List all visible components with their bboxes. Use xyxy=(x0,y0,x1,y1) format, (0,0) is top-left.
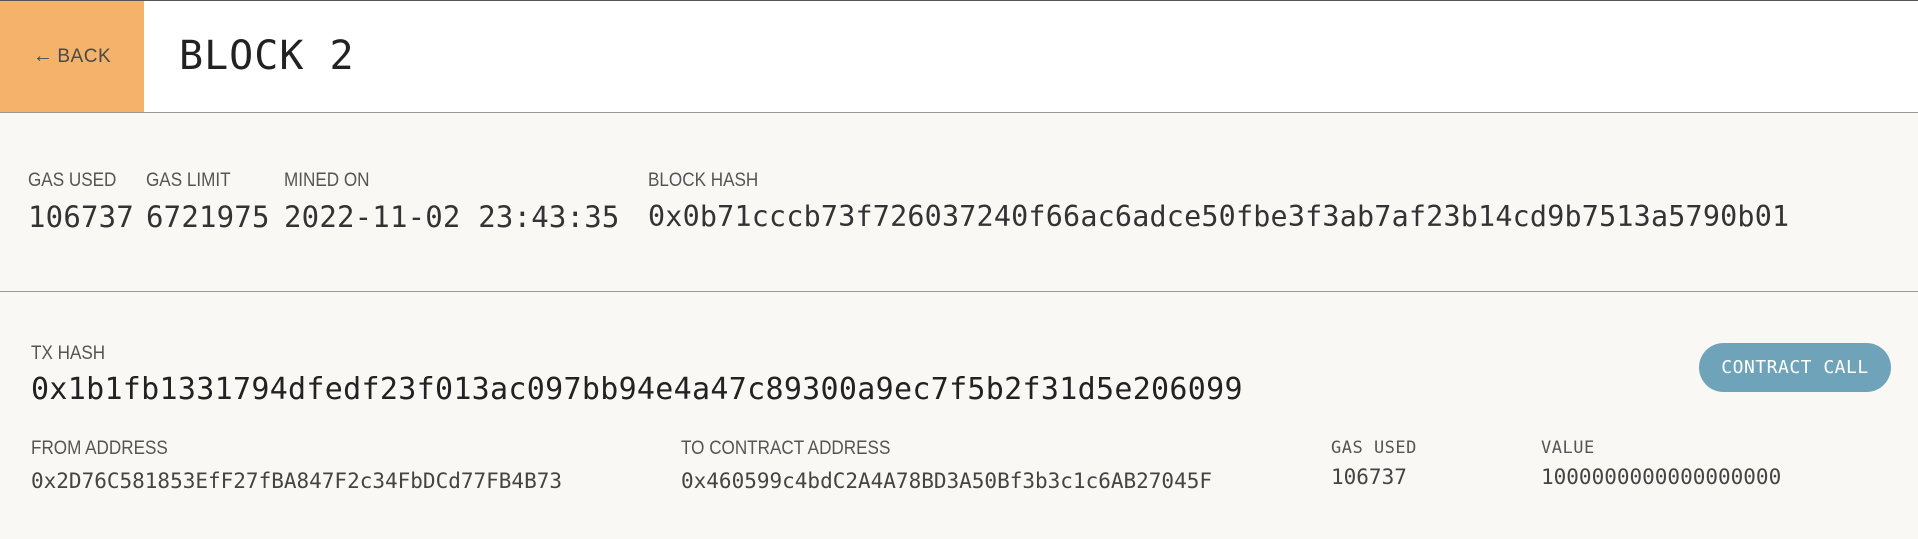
from-address-label: FROM ADDRESS xyxy=(31,438,168,459)
tx-hash-value[interactable]: 0x1b1fb1331794dfedf23f013ac097bb94e4a47c… xyxy=(31,372,1243,407)
section-divider xyxy=(0,291,1918,292)
gas-used-label: GAS USED xyxy=(28,170,117,191)
value-label: VALUE xyxy=(1541,438,1595,458)
mined-on-value: 2022-11-02 23:43:35 xyxy=(284,200,620,234)
block-hash-label: BLOCK HASH xyxy=(648,170,759,191)
gas-used-value: 106737 xyxy=(28,200,134,234)
arrow-left-icon: ← xyxy=(32,45,54,67)
gas-limit-label: GAS LIMIT xyxy=(146,170,231,191)
top-bar: ← BACK BLOCK 2 xyxy=(0,0,1918,113)
from-address-value[interactable]: 0x2D76C581853EfF27fBA847F2c34FbDCd77FB4B… xyxy=(31,469,562,493)
gas-limit-value: 6721975 xyxy=(146,200,270,234)
mined-on-label: MINED ON xyxy=(284,170,370,191)
tx-hash-label: TX HASH xyxy=(31,343,106,364)
to-contract-address-label: TO CONTRACT ADDRESS xyxy=(681,438,891,459)
to-contract-address-value[interactable]: 0x460599c4bdC2A4A78BD3A50Bf3b3c1c6AB2704… xyxy=(681,469,1212,493)
value-amount: 1000000000000000000 xyxy=(1541,465,1782,489)
contract-call-badge: CONTRACT CALL xyxy=(1699,343,1891,392)
tx-gas-used-label: GAS USED xyxy=(1331,438,1417,458)
back-button[interactable]: ← BACK xyxy=(0,1,144,112)
page-title: BLOCK 2 xyxy=(179,33,355,79)
tx-gas-used-value: 106737 xyxy=(1331,465,1407,489)
back-button-label: BACK xyxy=(57,45,112,67)
block-hash-value: 0x0b71cccb73f726037240f66ac6adce50fbe3f3… xyxy=(648,200,1790,233)
